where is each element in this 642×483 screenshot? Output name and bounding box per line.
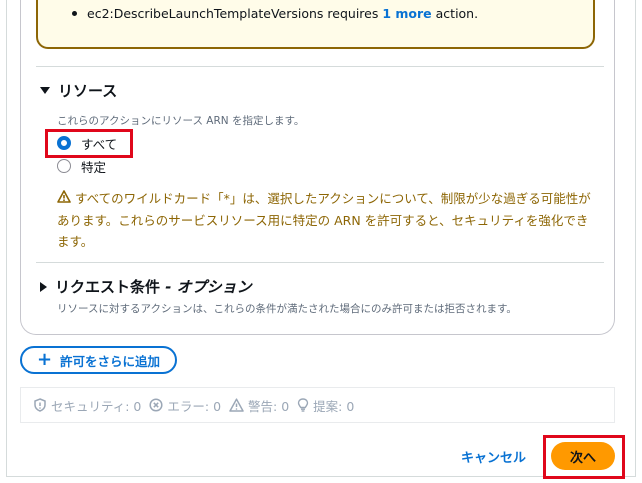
warning-icon	[57, 188, 71, 209]
cancel-button[interactable]: キャンセル	[461, 447, 526, 466]
add-permission-label: 許可をさらに追加	[60, 353, 161, 369]
divider	[36, 262, 604, 263]
shield-icon	[34, 398, 46, 412]
warning-action-text: ec2:DescribeLaunchTemplateVersions requi…	[87, 6, 383, 21]
warning-action-suffix: action.	[431, 6, 479, 21]
add-permission-button[interactable]: + 許可をさらに追加	[20, 346, 177, 374]
resources-description: これらのアクションにリソース ARN を指定します。	[57, 115, 305, 127]
radio-specific-label: 特定	[81, 159, 107, 175]
suggestion-status[interactable]: 提案: 0	[297, 396, 354, 415]
wildcard-caution: すべてのワイルドカード「*」は、選択したアクションについて、制限が少な過ぎる可能…	[57, 188, 602, 252]
plus-icon: +	[36, 349, 53, 370]
bullet-icon	[72, 11, 77, 16]
request-conditions-header[interactable]: リクエスト条件 - オプション	[40, 276, 252, 297]
request-conditions-description: リソースに対するアクションは、これらの条件が満たされた場合にのみ許可または拒否さ…	[57, 303, 517, 315]
divider	[36, 66, 604, 67]
warning-count: 警告: 0	[248, 398, 290, 414]
highlight-box-next	[543, 435, 625, 479]
validation-status-bar: セキュリティ: 0 エラー: 0 警告: 0 提案: 0	[20, 387, 615, 423]
caution-line-3: ます。	[57, 234, 94, 249]
suggestion-count: 提案: 0	[313, 398, 355, 414]
radio-unchecked-icon[interactable]	[57, 159, 71, 173]
error-icon	[149, 398, 163, 412]
resources-title: リソース	[58, 82, 118, 100]
caution-line-2: あります。これらのサービスリソース用に特定の ARN を許可すると、セキュリティ…	[57, 213, 589, 228]
lightbulb-icon	[297, 398, 309, 412]
more-actions-link[interactable]: 1 more	[382, 6, 431, 21]
caution-line-1: すべてのワイルドカード「*」は、選択したアクションについて、制限が少な過ぎる可能…	[75, 191, 591, 206]
warning-triangle-icon	[229, 398, 244, 412]
warning-action-line: ec2:DescribeLaunchTemplateVersions requi…	[72, 6, 478, 21]
caret-down-icon	[40, 87, 50, 94]
optional-label: - オプション	[160, 278, 252, 296]
security-count: セキュリティ: 0	[51, 398, 142, 414]
error-count: エラー: 0	[167, 398, 222, 414]
radio-specific[interactable]: 特定	[57, 157, 106, 175]
error-status[interactable]: エラー: 0	[149, 396, 221, 415]
resources-section-header[interactable]: リソース	[40, 80, 117, 101]
security-status[interactable]: セキュリティ: 0	[33, 396, 141, 415]
warning-status[interactable]: 警告: 0	[229, 396, 289, 415]
highlight-box-all	[45, 129, 133, 158]
caret-right-icon	[40, 281, 47, 292]
request-conditions-title: リクエスト条件	[55, 278, 161, 296]
